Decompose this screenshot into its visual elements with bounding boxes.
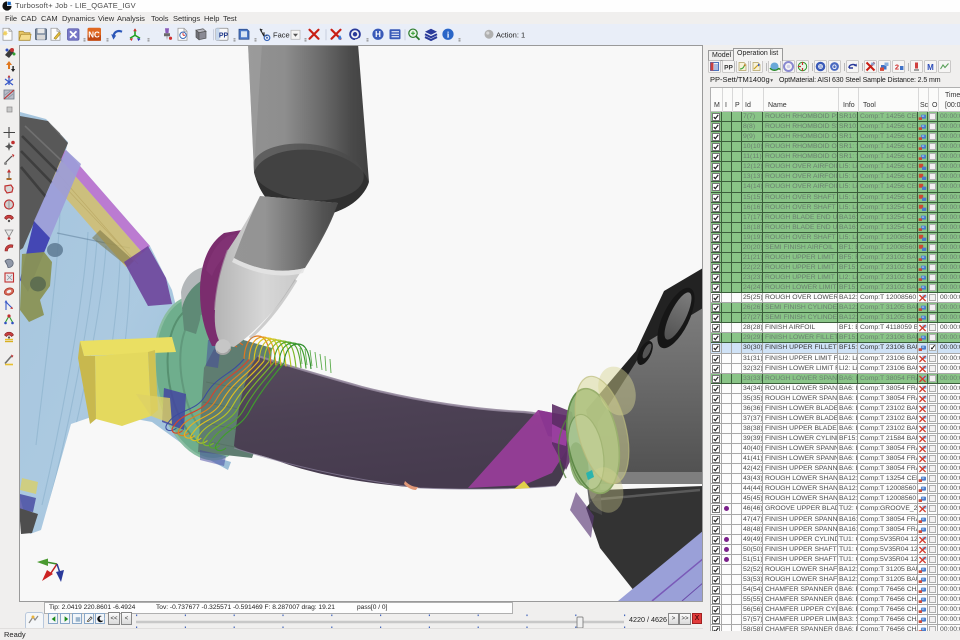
svg-text:S: S — [819, 64, 822, 69]
svg-text:M: M — [927, 63, 934, 72]
svg-text:NC: NC — [88, 30, 100, 39]
svg-text:PP: PP — [219, 32, 229, 39]
svg-text:PP: PP — [724, 65, 733, 72]
svg-text:Face: Face — [273, 30, 290, 39]
svg-text:O: O — [832, 65, 837, 71]
svg-text:2: 2 — [895, 63, 899, 72]
svg-text:Action: 1: Action: 1 — [496, 30, 525, 39]
svg-text:H: H — [375, 30, 381, 39]
